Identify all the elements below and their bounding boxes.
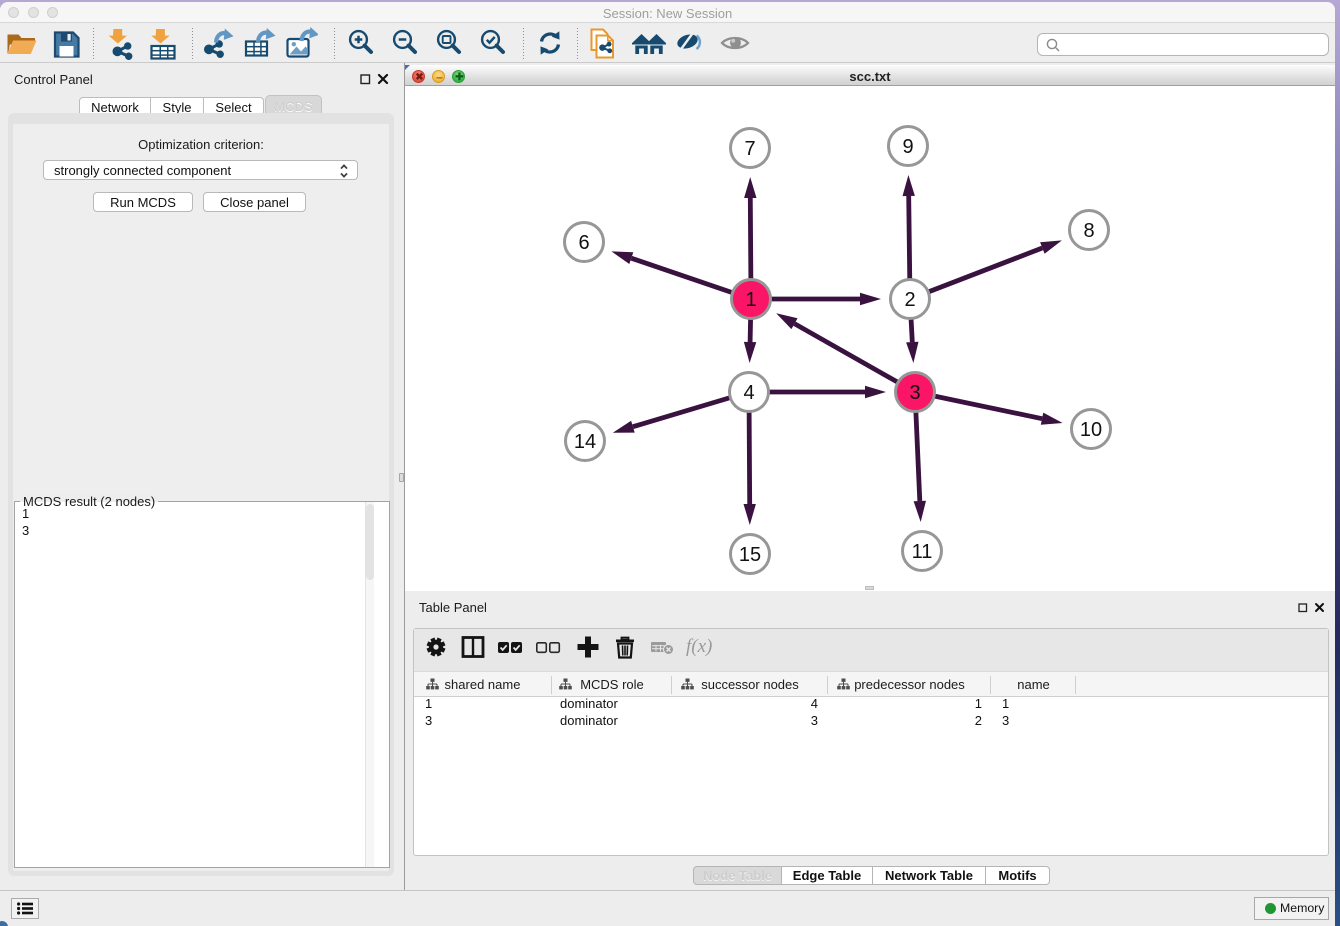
svg-text:9: 9 xyxy=(902,136,913,158)
svg-text:15: 15 xyxy=(739,544,761,566)
svg-text:11: 11 xyxy=(912,541,933,563)
svg-text:14: 14 xyxy=(574,431,596,453)
svg-text:6: 6 xyxy=(578,232,589,254)
svg-text:10: 10 xyxy=(1080,419,1102,441)
svg-text:2: 2 xyxy=(904,289,915,311)
svg-text:7: 7 xyxy=(744,138,755,160)
svg-text:8: 8 xyxy=(1083,220,1094,242)
svg-text:1: 1 xyxy=(745,289,756,311)
svg-text:4: 4 xyxy=(743,382,754,404)
svg-text:3: 3 xyxy=(909,382,920,404)
